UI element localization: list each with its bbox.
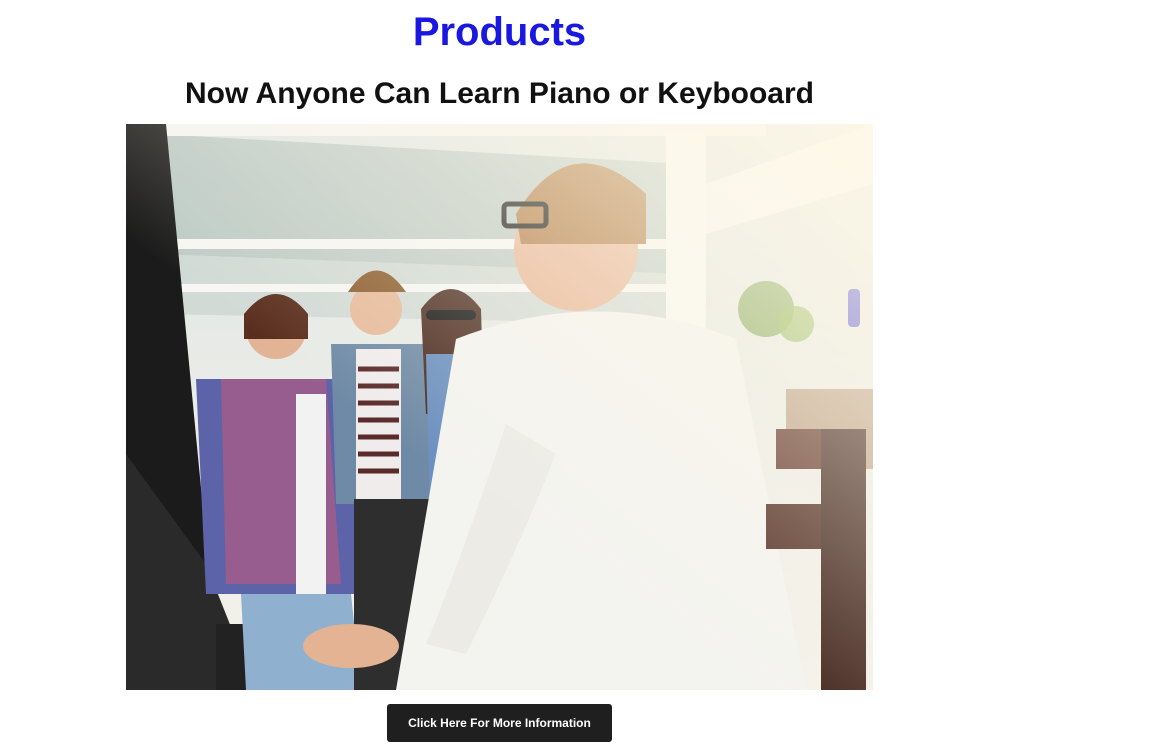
more-information-button[interactable]: Click Here For More Information <box>387 704 612 742</box>
hero-image <box>126 124 873 690</box>
page-title: Products <box>412 10 587 54</box>
page-subtitle: Now Anyone Can Learn Piano or Keybooard <box>185 77 814 110</box>
page: Products Now Anyone Can Learn Piano or K… <box>0 0 1152 749</box>
